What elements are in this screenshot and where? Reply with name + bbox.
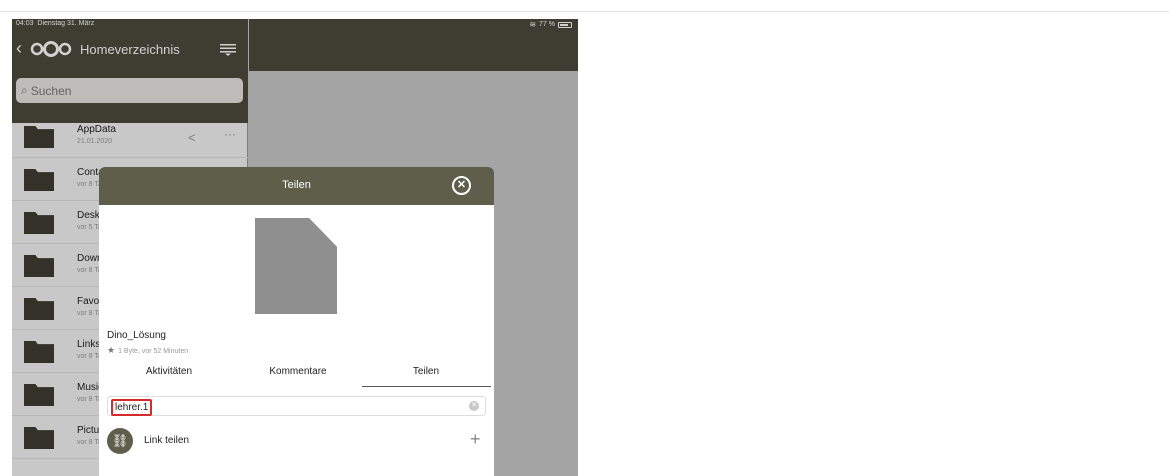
share-with-input[interactable]: lehrer.1 ✕ bbox=[107, 396, 486, 416]
share-with-value: lehrer.1 bbox=[111, 399, 153, 416]
share-dialog-title: Teilen bbox=[282, 179, 311, 191]
tab-sharing[interactable]: Teilen bbox=[361, 366, 491, 386]
shared-file-meta: ★ 1 Byte, vor 52 Minuten bbox=[107, 345, 189, 355]
clear-icon[interactable]: ✕ bbox=[469, 401, 479, 411]
tab-comments[interactable]: Kommentare bbox=[233, 366, 363, 386]
share-link-label[interactable]: Link teilen bbox=[144, 435, 189, 446]
share-dialog: Teilen ✕ Dino_Lösung ★ 1 Byte, vor 52 Min… bbox=[99, 167, 494, 476]
add-link-icon[interactable]: + bbox=[470, 429, 481, 450]
shared-file-name: Dino_Lösung bbox=[107, 330, 166, 341]
share-dialog-header: Teilen ✕ bbox=[99, 167, 494, 205]
star-icon[interactable]: ★ bbox=[107, 345, 115, 355]
document-icon bbox=[255, 218, 337, 314]
tab-activities[interactable]: Aktivitäten bbox=[104, 366, 234, 386]
ipad-screen: ‹ Homeverzeichnis ⌕ Suchen AppData 21.01… bbox=[12, 19, 578, 476]
active-tab-indicator bbox=[362, 386, 491, 387]
page-divider bbox=[0, 11, 1169, 12]
link-icon: ⛓ bbox=[107, 428, 133, 454]
close-icon[interactable]: ✕ bbox=[452, 176, 471, 195]
